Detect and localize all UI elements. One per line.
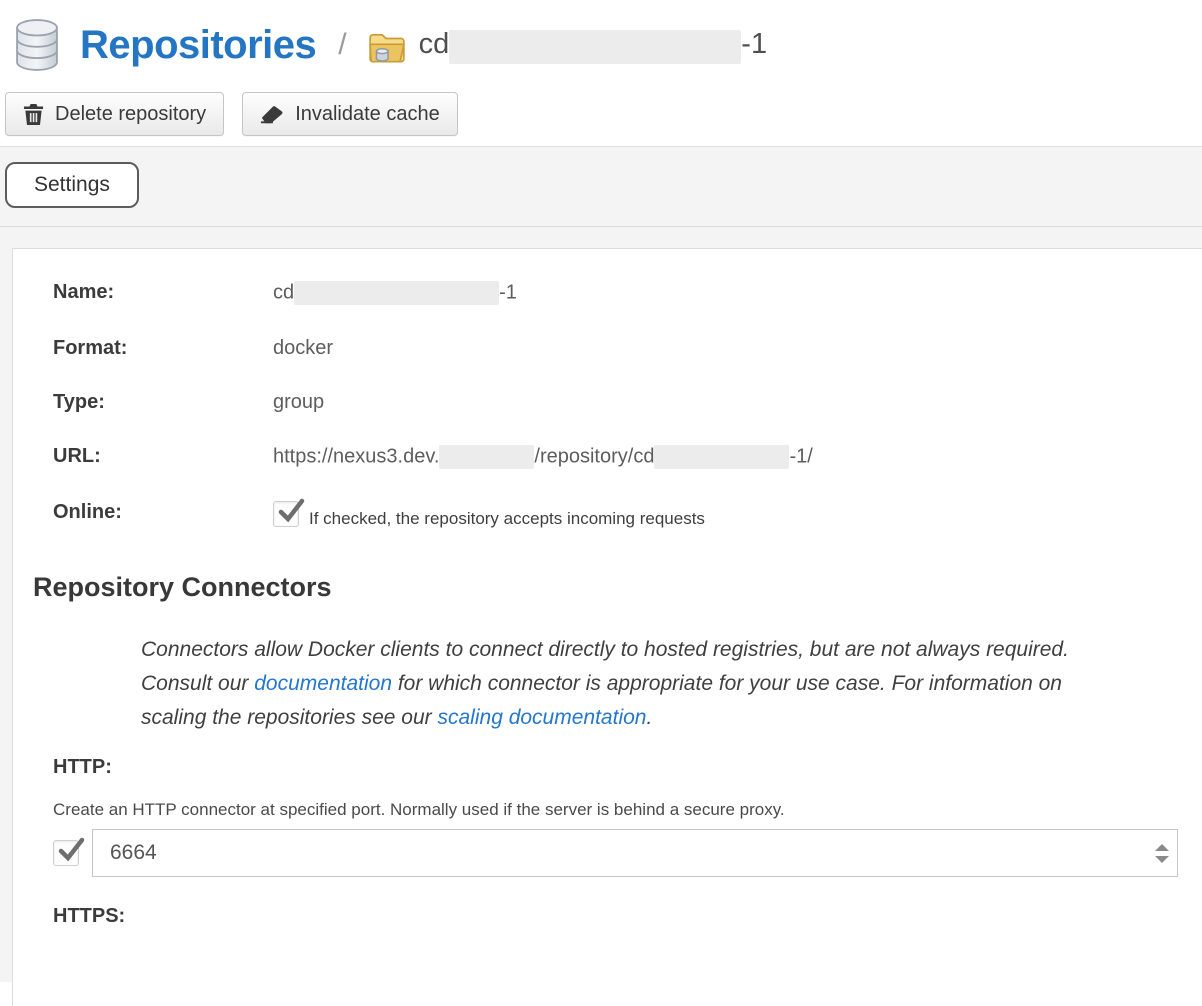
content-area: Name: cd -1 Format: docker Type: group UR… (0, 227, 1202, 982)
online-help-text: If checked, the repository accepts incom… (309, 501, 705, 530)
stepper-down-icon[interactable] (1155, 856, 1169, 863)
toolbar: Delete repository Invalidate cache (0, 76, 1202, 134)
http-port-field-wrap (92, 829, 1178, 877)
breadcrumb-separator: / (338, 28, 346, 62)
form-row-name: Name: cd -1 (53, 281, 1202, 305)
repository-name-suffix: -1 (741, 28, 767, 60)
delete-repository-button[interactable]: Delete repository (5, 92, 224, 136)
repository-connectors-heading: Repository Connectors (33, 572, 1202, 603)
name-value-suffix: -1 (499, 281, 517, 303)
url-part3: -1/ (789, 445, 812, 467)
url-part1: https://nexus3.dev. (273, 445, 439, 467)
name-value: cd -1 (273, 281, 517, 305)
form-row-type: Type: group (53, 391, 1202, 413)
http-port-row (53, 829, 1202, 877)
documentation-link[interactable]: documentation (254, 672, 392, 695)
page-header: Repositories / cd -1 (0, 0, 1202, 76)
online-label: Online: (53, 501, 273, 523)
tab-settings[interactable]: Settings (5, 162, 139, 208)
repository-name: cd -1 (419, 28, 767, 62)
repository-name-prefix: cd (419, 28, 450, 60)
online-checkbox[interactable] (273, 501, 299, 527)
invalidate-cache-label: Invalidate cache (295, 103, 440, 126)
checkmark-icon (56, 835, 86, 865)
trash-icon (23, 103, 44, 126)
redacted-block (439, 445, 534, 469)
url-part2: /repository/cd (534, 445, 654, 467)
type-value: group (273, 391, 324, 413)
name-value-prefix: cd (273, 281, 294, 303)
eraser-icon (260, 104, 284, 124)
settings-panel: Name: cd -1 Format: docker Type: group UR… (12, 248, 1202, 1006)
database-icon (8, 16, 66, 74)
form-row-url: URL: https://nexus3.dev. /repository/cd -1… (53, 445, 1202, 469)
url-label: URL: (53, 445, 273, 469)
http-help-text: Create an HTTP connector at specified po… (53, 800, 1202, 820)
repository-folder-icon (367, 30, 407, 66)
https-label: HTTPS: (53, 905, 1202, 928)
page-title: Repositories (80, 23, 316, 68)
http-port-input[interactable] (92, 829, 1178, 877)
form-row-online: Online: If checked, the repository accep… (53, 501, 1202, 530)
redacted-block (654, 445, 789, 469)
http-label: HTTP: (53, 756, 1202, 779)
type-label: Type: (53, 391, 273, 413)
form-row-format: Format: docker (53, 337, 1202, 359)
redacted-block (294, 281, 499, 305)
delete-repository-label: Delete repository (55, 103, 206, 126)
port-stepper (1155, 829, 1169, 877)
checkmark-icon (276, 496, 306, 526)
desc-text-3: . (646, 706, 652, 729)
connectors-description: Connectors allow Docker clients to conne… (141, 633, 1093, 735)
stepper-up-icon[interactable] (1155, 844, 1169, 851)
redacted-block (449, 30, 741, 64)
invalidate-cache-button[interactable]: Invalidate cache (242, 92, 458, 136)
http-connector-checkbox[interactable] (53, 840, 79, 866)
url-value: https://nexus3.dev. /repository/cd -1/ (273, 445, 813, 469)
format-label: Format: (53, 337, 273, 359)
scaling-documentation-link[interactable]: scaling documentation (438, 706, 647, 729)
name-label: Name: (53, 281, 273, 305)
format-value: docker (273, 337, 333, 359)
tab-bar: Settings (0, 146, 1202, 227)
